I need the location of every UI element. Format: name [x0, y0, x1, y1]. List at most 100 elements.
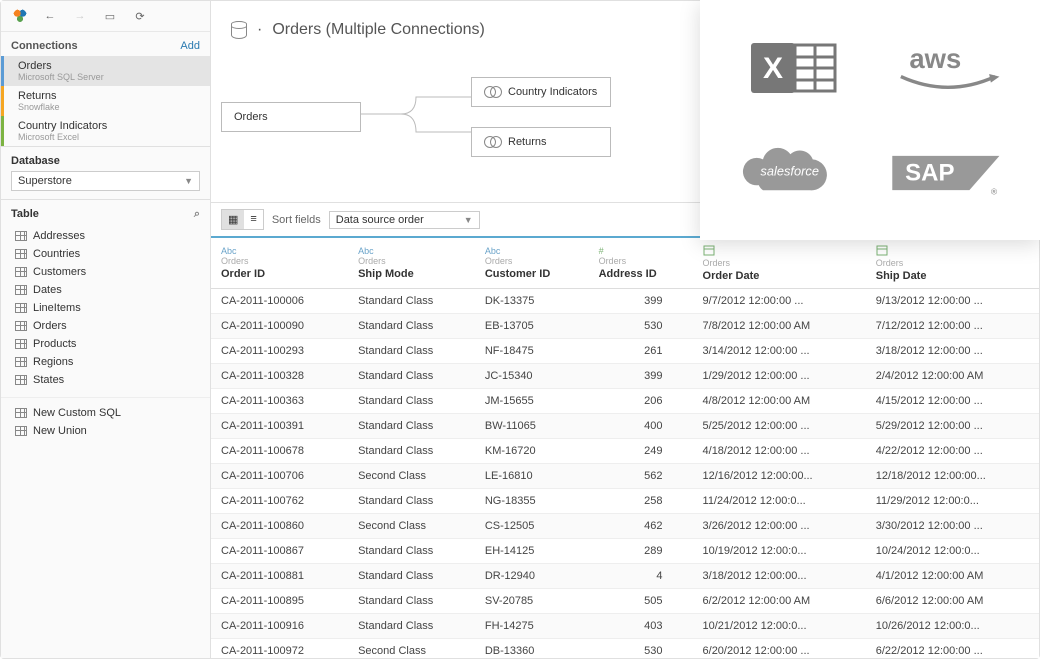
table-row[interactable]: CA-2011-100293Standard ClassNF-184752613…: [211, 339, 1039, 364]
connection-item[interactable]: ReturnsSnowflake: [1, 86, 210, 116]
grid-view-icon[interactable]: ▦: [222, 210, 244, 229]
cell: Standard Class: [348, 489, 475, 514]
datasource-name[interactable]: Orders (Multiple Connections): [272, 21, 485, 39]
add-connection-link[interactable]: Add: [180, 40, 200, 52]
cell: 4/8/2012 12:00:00 AM: [693, 389, 866, 414]
table-row[interactable]: CA-2011-100678Standard ClassKM-167202494…: [211, 439, 1039, 464]
table-list: AddressesCountriesCustomersDatesLineItem…: [1, 227, 210, 389]
table-row[interactable]: CA-2011-100391Standard ClassBW-110654005…: [211, 414, 1039, 439]
back-icon[interactable]: ←: [41, 7, 59, 25]
column-source: Orders: [703, 258, 856, 268]
table-row[interactable]: CA-2011-100916Standard ClassFH-142754031…: [211, 614, 1039, 639]
column-header[interactable]: #OrdersAddress ID: [589, 238, 693, 289]
column-type-icon: Abc: [485, 246, 579, 256]
table-row[interactable]: CA-2011-100006Standard ClassDK-133753999…: [211, 289, 1039, 314]
cell: CA-2011-100328: [211, 364, 348, 389]
cell: 6/22/2012 12:00:00 ...: [866, 639, 1039, 659]
cell: 261: [589, 339, 693, 364]
data-grid[interactable]: AbcOrdersOrder IDAbcOrdersShip ModeAbcOr…: [211, 238, 1039, 658]
cell: 4: [589, 564, 693, 589]
column-header[interactable]: AbcOrdersShip Mode: [348, 238, 475, 289]
cell: KM-16720: [475, 439, 589, 464]
database-icon: [231, 21, 247, 39]
table-row[interactable]: CA-2011-100867Standard ClassEH-141252891…: [211, 539, 1039, 564]
table-row[interactable]: CA-2011-100972Second ClassDB-133605306/2…: [211, 639, 1039, 659]
cell: 289: [589, 539, 693, 564]
table-item[interactable]: Products: [1, 335, 210, 353]
cell: 3/26/2012 12:00:00 ...: [693, 514, 866, 539]
sort-select[interactable]: Data source order ▼: [329, 211, 480, 229]
cell: 9/7/2012 12:00:00 ...: [693, 289, 866, 314]
column-header[interactable]: OrdersOrder Date: [693, 238, 866, 289]
table-icon: [15, 231, 27, 241]
column-source: Orders: [876, 258, 1029, 268]
table-item[interactable]: Countries: [1, 245, 210, 263]
chevron-down-icon: ▼: [464, 215, 473, 225]
connection-item[interactable]: OrdersMicrosoft SQL Server: [1, 56, 210, 86]
new-custom-sql[interactable]: New Custom SQL: [1, 404, 210, 422]
connection-item[interactable]: Country IndicatorsMicrosoft Excel: [1, 116, 210, 146]
canvas-node-country-indicators[interactable]: Country Indicators: [471, 77, 611, 107]
table-row[interactable]: CA-2011-100762Standard ClassNG-183552581…: [211, 489, 1039, 514]
canvas-node-orders[interactable]: Orders: [221, 102, 361, 132]
view-toggle[interactable]: ▦ ≡: [221, 209, 264, 230]
cell: 6/20/2012 12:00:00 ...: [693, 639, 866, 659]
table-item[interactable]: Regions: [1, 353, 210, 371]
cell: CA-2011-100706: [211, 464, 348, 489]
table-row[interactable]: CA-2011-100328Standard ClassJC-153403991…: [211, 364, 1039, 389]
database-select[interactable]: Superstore ▼: [11, 171, 200, 191]
join-branch-lines: [361, 87, 471, 142]
join-icon: [484, 136, 502, 148]
list-view-icon[interactable]: ≡: [244, 210, 262, 229]
table-item[interactable]: States: [1, 371, 210, 389]
table-icon: [15, 303, 27, 313]
table-icon: [15, 357, 27, 367]
forward-icon[interactable]: →: [71, 7, 89, 25]
table-icon: [15, 339, 27, 349]
column-type-icon: [703, 244, 856, 258]
column-type-icon: Abc: [221, 246, 338, 256]
cell: 4/1/2012 12:00:00 AM: [866, 564, 1039, 589]
table-row[interactable]: CA-2011-100895Standard ClassSV-207855056…: [211, 589, 1039, 614]
new-union[interactable]: New Union: [1, 422, 210, 440]
cell: 12/16/2012 12:00:00...: [693, 464, 866, 489]
presentation-icon[interactable]: ▭: [101, 7, 119, 25]
canvas-node-returns[interactable]: Returns: [471, 127, 611, 157]
cell: 249: [589, 439, 693, 464]
table-label: Table: [11, 208, 39, 221]
cell: 7/8/2012 12:00:00 AM: [693, 314, 866, 339]
cell: 399: [589, 364, 693, 389]
table-item[interactable]: Addresses: [1, 227, 210, 245]
cell: NG-18355: [475, 489, 589, 514]
cell: JC-15340: [475, 364, 589, 389]
table-row[interactable]: CA-2011-100706Second ClassLE-1681056212/…: [211, 464, 1039, 489]
table-item[interactable]: Customers: [1, 263, 210, 281]
table-icon: [15, 375, 27, 385]
column-name: Ship Mode: [358, 268, 465, 280]
cell: 10/24/2012 12:00:0...: [866, 539, 1039, 564]
cell: Standard Class: [348, 364, 475, 389]
cell: CA-2011-100391: [211, 414, 348, 439]
sort-label: Sort fields: [272, 214, 321, 226]
table-row[interactable]: CA-2011-100090Standard ClassEB-137055307…: [211, 314, 1039, 339]
chevron-down-icon: ▼: [184, 176, 193, 186]
svg-text:SAP: SAP: [905, 159, 954, 186]
search-icon[interactable]: ⌕: [194, 208, 200, 221]
column-header[interactable]: AbcOrdersCustomer ID: [475, 238, 589, 289]
cell: 3/18/2012 12:00:00 ...: [866, 339, 1039, 364]
table-section: Table ⌕ AddressesCountriesCustomersDates…: [1, 199, 210, 658]
refresh-icon[interactable]: ⟳: [131, 7, 149, 25]
table-item[interactable]: Dates: [1, 281, 210, 299]
table-item[interactable]: Orders: [1, 317, 210, 335]
cell: 11/29/2012 12:00:0...: [866, 489, 1039, 514]
cell: DB-13360: [475, 639, 589, 659]
table-icon: [15, 321, 27, 331]
table-row[interactable]: CA-2011-100881Standard ClassDR-1294043/1…: [211, 564, 1039, 589]
column-header[interactable]: AbcOrdersOrder ID: [211, 238, 348, 289]
column-source: Orders: [221, 256, 338, 266]
table-row[interactable]: CA-2011-100860Second ClassCS-125054623/2…: [211, 514, 1039, 539]
cell: Standard Class: [348, 564, 475, 589]
column-header[interactable]: OrdersShip Date: [866, 238, 1039, 289]
table-item[interactable]: LineItems: [1, 299, 210, 317]
table-row[interactable]: CA-2011-100363Standard ClassJM-156552064…: [211, 389, 1039, 414]
